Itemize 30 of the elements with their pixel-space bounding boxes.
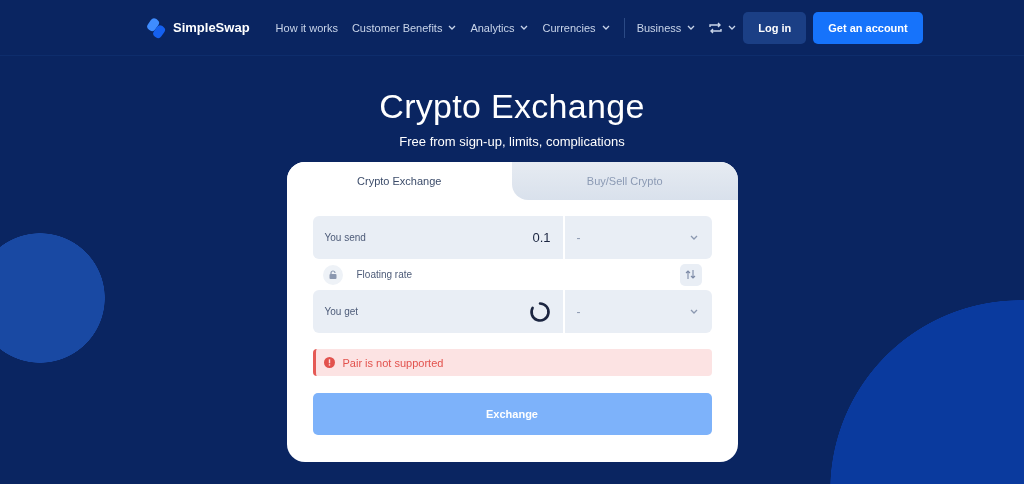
currency-switch[interactable] <box>709 21 737 34</box>
field-label: You send <box>324 232 366 243</box>
page-subtitle: Free from sign-up, limits, complications <box>398 134 626 150</box>
caret-icon <box>689 235 698 240</box>
amount-value: 0.1 <box>532 230 551 245</box>
amount-field[interactable]: You get <box>312 290 563 333</box>
nav-link[interactable]: Analytics <box>470 21 529 34</box>
swap-icon <box>685 269 696 280</box>
login-button[interactable]: Log in <box>743 11 807 44</box>
error-message: Pair is not supported <box>342 356 444 369</box>
nav-link[interactable]: How it works <box>275 21 338 34</box>
nav-link[interactable]: Customer Benefits <box>351 21 457 34</box>
swap-button[interactable] <box>679 263 702 286</box>
rate-label: Floating rate <box>356 269 414 280</box>
caret-icon <box>601 25 610 30</box>
swap-icon <box>709 21 723 34</box>
field-label: You get <box>324 306 359 317</box>
alert-icon <box>323 357 335 368</box>
caret-icon <box>689 309 698 314</box>
caret-icon <box>520 25 529 30</box>
caret-icon <box>687 25 696 30</box>
lock-icon[interactable] <box>322 264 343 285</box>
logo-text: SimpleSwap <box>173 20 250 35</box>
signup-button[interactable]: Get an account <box>813 11 923 44</box>
amount-field[interactable]: You send 0.1 <box>312 216 563 259</box>
caret-icon <box>448 25 457 30</box>
nav-link[interactable]: Business <box>623 17 696 38</box>
logo-icon <box>147 16 167 39</box>
nav-link[interactable]: Currencies <box>542 21 610 34</box>
page-title: Crypto Exchange <box>378 86 646 126</box>
